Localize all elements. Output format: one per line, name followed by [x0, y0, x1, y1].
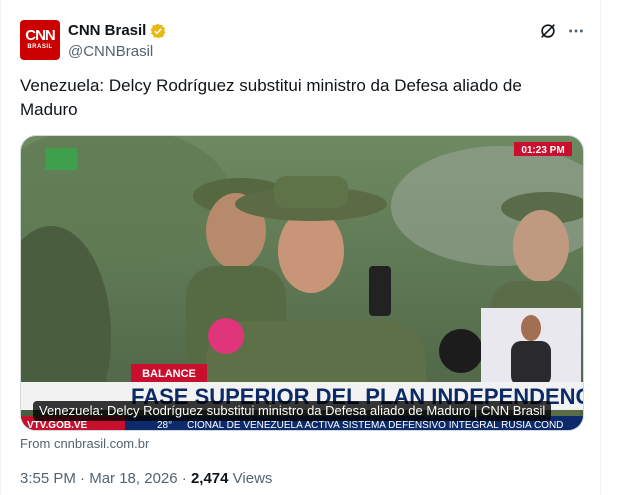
avatar-logo-text: CNN [25, 27, 55, 44]
verified-badge-icon [150, 23, 166, 39]
video-frame: 01:23 PM BALANCE FASE SUPERIOR DEL PLAN … [21, 136, 583, 431]
channel-logo [45, 148, 77, 170]
time-badge-text: 01:23 PM [521, 145, 564, 156]
grok-icon[interactable] [539, 22, 557, 40]
meta-separator: · [181, 470, 187, 487]
balance-label-text: BALANCE [142, 368, 196, 380]
temperature: 28° [157, 420, 172, 431]
author-handle[interactable]: @CNNBrasil [68, 42, 153, 62]
timeline-left-border [0, 0, 1, 495]
views-label: Views [232, 470, 273, 487]
author-name-row[interactable]: CNN Brasil [68, 21, 166, 41]
views-count: 2,474 [190, 470, 229, 487]
avatar-logo-subtext: BRASIL [27, 44, 53, 50]
avatar[interactable]: CNN BRASIL [20, 20, 60, 60]
meta-separator: · [80, 470, 86, 487]
author-name[interactable]: CNN Brasil [68, 21, 146, 41]
tweet-text: Venezuela: Delcy Rodríguez substitui min… [20, 76, 522, 119]
more-icon[interactable] [567, 22, 585, 40]
video-thumbnail[interactable]: 01:23 PM BALANCE FASE SUPERIOR DEL PLAN … [20, 135, 584, 431]
media-caption: Venezuela: Delcy Rodríguez substitui min… [33, 401, 552, 421]
tweet-meta: 3:55 PM · Mar 18, 2026 · 2,474 Views [20, 469, 272, 489]
link-source[interactable]: From cnnbrasil.com.br [20, 436, 149, 452]
tweet-date[interactable]: Mar 18, 2026 [89, 470, 177, 487]
timeline-right-border [600, 0, 601, 495]
channel-url: VTV.GOB.VE [27, 420, 88, 431]
tweet-time[interactable]: 3:55 PM [20, 470, 76, 487]
ticker-text: CIONAL DE VENEZUELA ACTIVA SISTEMA DEFEN… [187, 420, 563, 431]
